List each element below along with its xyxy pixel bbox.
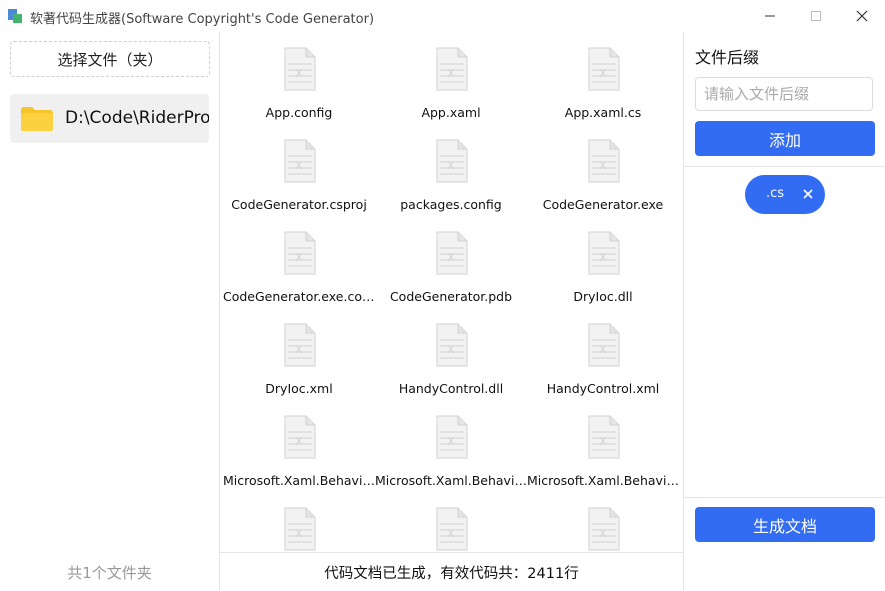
file-name: App.xaml	[421, 105, 481, 120]
file-item[interactable]: App.xaml.cs	[527, 32, 679, 120]
close-icon	[856, 10, 868, 22]
file-name: HandyControl.xml	[546, 381, 660, 396]
file-item[interactable]: CodeGenerator.pdb	[375, 216, 527, 304]
file-name: HandyControl.dll	[398, 381, 504, 396]
file-item[interactable]	[223, 492, 375, 552]
file-icon	[284, 47, 316, 91]
minimize-icon	[765, 15, 775, 17]
file-name: CodeGenerator.exe.config	[223, 289, 375, 304]
status-bar: 代码文档已生成，有效代码共：2411行	[220, 552, 683, 591]
file-icon	[436, 231, 468, 275]
select-file-button[interactable]: 选择文件（夹）	[10, 41, 210, 77]
file-icon	[436, 415, 468, 459]
folder-count: 共1个文件夹	[67, 564, 152, 582]
file-name: CodeGenerator.exe	[542, 197, 664, 212]
file-item[interactable]: Microsoft.Xaml.Behaviors.Design.dll	[527, 400, 679, 488]
file-icon	[436, 47, 468, 91]
maximize-button[interactable]	[793, 0, 839, 32]
file-item[interactable]: CodeGenerator.csproj	[223, 124, 375, 212]
divider	[684, 497, 885, 498]
maximize-icon	[811, 11, 821, 21]
file-name: Microsoft.Xaml.Behaviors.xml	[375, 473, 527, 488]
file-name: App.xaml.cs	[564, 105, 642, 120]
file-icon	[588, 231, 620, 275]
file-name: DryIoc.dll	[573, 289, 633, 304]
file-item[interactable]	[375, 492, 527, 552]
close-icon[interactable]	[799, 185, 817, 203]
file-name: CodeGenerator.pdb	[389, 289, 513, 304]
file-icon	[284, 415, 316, 459]
file-name: Microsoft.Xaml.Behaviors.dll	[223, 473, 375, 488]
file-icon	[436, 323, 468, 367]
status-text: 代码文档已生成，有效代码共：2411行	[324, 565, 579, 582]
file-item[interactable]: Microsoft.Xaml.Behaviors.xml	[375, 400, 527, 488]
file-item[interactable]: DryIoc.dll	[527, 216, 679, 304]
suffix-input[interactable]	[695, 77, 873, 111]
file-name: CodeGenerator.csproj	[231, 197, 367, 212]
file-item[interactable]: CodeGenerator.exe	[527, 124, 679, 212]
file-icon	[588, 323, 620, 367]
file-name: DryIoc.xml	[265, 381, 333, 396]
divider	[684, 166, 885, 167]
app-icon	[8, 9, 22, 23]
file-name: packages.config	[400, 197, 502, 212]
file-icon	[588, 47, 620, 91]
file-name: App.config	[265, 105, 333, 120]
minimize-button[interactable]	[747, 0, 793, 32]
title-bar: 软著代码生成器(Software Copyright's Code Genera…	[0, 0, 885, 32]
file-icon	[284, 323, 316, 367]
file-item[interactable]: DryIoc.xml	[223, 308, 375, 396]
generate-document-button[interactable]: 生成文档	[695, 507, 875, 542]
file-icon	[284, 139, 316, 183]
file-item[interactable]: packages.config	[375, 124, 527, 212]
file-icon	[436, 139, 468, 183]
file-icon	[588, 139, 620, 183]
file-icon	[284, 231, 316, 275]
file-item[interactable]: App.config	[223, 32, 375, 120]
file-name: Microsoft.Xaml.Behaviors.Design.dll	[527, 473, 679, 488]
file-icon	[588, 415, 620, 459]
file-grid: App.config App.xaml App.xaml.cs CodeGene…	[220, 32, 683, 552]
file-icon	[436, 507, 468, 551]
suffix-tag: .cs	[745, 175, 825, 214]
suffix-tag-label: .cs	[766, 186, 785, 201]
close-button[interactable]	[839, 0, 885, 32]
file-item[interactable]	[527, 492, 679, 552]
file-icon	[588, 507, 620, 551]
window-title: 软著代码生成器(Software Copyright's Code Genera…	[30, 12, 375, 27]
right-panel: 文件后缀 添加 .cs 生成文档	[683, 32, 885, 590]
folder-list-item[interactable]: D:\Code\RiderProjects\CodeGenerator	[10, 94, 209, 143]
folder-icon	[21, 107, 53, 131]
folder-path: D:\Code\RiderProjects\CodeGenerator	[65, 108, 209, 128]
file-item[interactable]: HandyControl.dll	[375, 308, 527, 396]
suffix-title: 文件后缀	[695, 48, 760, 67]
file-item[interactable]: CodeGenerator.exe.config	[223, 216, 375, 304]
add-button[interactable]: 添加	[695, 121, 875, 156]
file-item[interactable]: HandyControl.xml	[527, 308, 679, 396]
file-item[interactable]: Microsoft.Xaml.Behaviors.dll	[223, 400, 375, 488]
left-panel: 选择文件（夹） D:\Code\RiderProjects\CodeGenera…	[0, 32, 220, 590]
file-item[interactable]: App.xaml	[375, 32, 527, 120]
file-icon	[284, 507, 316, 551]
